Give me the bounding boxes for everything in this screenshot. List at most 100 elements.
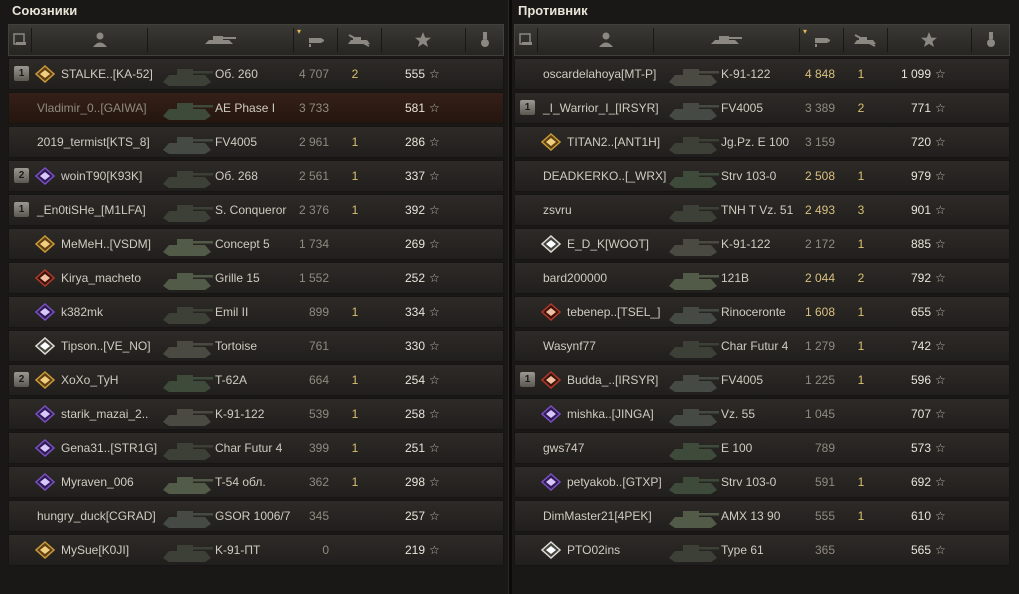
player-row[interactable]: Kirya_macheto Grille 15 1 552 252 ☆ bbox=[8, 262, 504, 294]
xp-value: 1 099 bbox=[900, 67, 931, 81]
rank-badge-icon bbox=[35, 473, 55, 491]
damage-value: 3 159 bbox=[804, 135, 835, 149]
kills-value: 1 bbox=[857, 67, 865, 81]
player-row[interactable]: Tipson..[VE_NO] Tortoise 761 330 ☆ bbox=[8, 330, 504, 362]
player-row[interactable]: 1 Budda_..[IRSYR] FV4005 1 225 1 596 ☆ bbox=[514, 364, 1010, 396]
tank-silhouette-icon bbox=[159, 128, 215, 156]
column-header-damage[interactable]: ▾ bbox=[293, 25, 337, 55]
kills-value: 1 bbox=[857, 305, 865, 319]
kills-value: 2 bbox=[857, 101, 865, 115]
player-row[interactable]: Vladimir_0..[GAIWA] AE Phase I 3 733 581 ☆ bbox=[8, 92, 504, 124]
kills-value: 1 bbox=[857, 169, 865, 183]
column-header-squad[interactable] bbox=[9, 25, 31, 55]
xp-star-icon bbox=[921, 32, 937, 47]
star-icon: ☆ bbox=[429, 169, 440, 183]
player-row[interactable]: Myraven_006 T-54 обл. 362 1 298 ☆ bbox=[8, 466, 504, 498]
vehicle-name: AE Phase I bbox=[215, 101, 276, 115]
column-header-xp-star[interactable] bbox=[381, 25, 465, 55]
column-header-medal[interactable] bbox=[465, 25, 505, 55]
player-row[interactable]: DimMaster21[4PEK] AMX 13 90 555 1 610 ☆ bbox=[514, 500, 1010, 532]
kills-value: 3 bbox=[857, 203, 865, 217]
player-row[interactable]: Gena31..[STR1G] Char Futur 4 399 1 251 ☆ bbox=[8, 432, 504, 464]
column-header-xp-star[interactable] bbox=[887, 25, 971, 55]
tank-silhouette-icon bbox=[159, 502, 215, 530]
damage-value: 1 225 bbox=[804, 373, 835, 387]
star-icon: ☆ bbox=[429, 271, 440, 285]
column-header-vehicle[interactable] bbox=[653, 25, 799, 55]
player-row[interactable]: mishka..[JINGA] Vz. 55 1 045 707 ☆ bbox=[514, 398, 1010, 430]
tank-silhouette-icon bbox=[159, 468, 215, 496]
xp-value: 692 bbox=[910, 475, 931, 489]
star-icon: ☆ bbox=[935, 305, 946, 319]
column-header-vehicle[interactable] bbox=[147, 25, 293, 55]
player-row[interactable]: MeMeH..[VSDM] Concept 5 1 734 269 ☆ bbox=[8, 228, 504, 260]
player-row[interactable]: TITAN2..[ANT1H] Jg.Pz. E 100 3 159 720 ☆ bbox=[514, 126, 1010, 158]
player-row[interactable]: MySue[K0JI] K-91-ПТ 0 219 ☆ bbox=[8, 534, 504, 566]
xp-value: 707 bbox=[910, 407, 931, 421]
player-row[interactable]: k382mk Emil II 899 1 334 ☆ bbox=[8, 296, 504, 328]
vehicle-name: Char Futur 4 bbox=[215, 441, 283, 455]
rank-badge-icon bbox=[541, 371, 561, 389]
player-row[interactable]: oscardelahoya[MT-P] K-91-122 4 848 1 1 099 ☆ bbox=[514, 58, 1010, 90]
damage-value: 3 733 bbox=[298, 101, 329, 115]
player-row[interactable]: starik_mazai_2.. K-91-122 539 1 258 ☆ bbox=[8, 398, 504, 430]
xp-value: 885 bbox=[910, 237, 931, 251]
player-name: tebenep..[TSEL_] bbox=[567, 305, 661, 319]
player-row[interactable]: hungry_duck[CGRAD] GSOR 1006/7 345 257 ☆ bbox=[8, 500, 504, 532]
tank-silhouette-icon bbox=[159, 264, 215, 292]
damage-value: 789 bbox=[814, 441, 835, 455]
tank-silhouette-icon bbox=[665, 264, 721, 292]
player-name: woinT90[K93K] bbox=[61, 169, 143, 183]
player-name: Kirya_macheto bbox=[61, 271, 142, 285]
column-header-damage[interactable]: ▾ bbox=[799, 25, 843, 55]
player-row[interactable]: tebenep..[TSEL_] Rinoceronte 1 608 1 655 ☆ bbox=[514, 296, 1010, 328]
column-header-kills[interactable] bbox=[843, 25, 887, 55]
kills-value: 1 bbox=[351, 441, 359, 455]
player-row[interactable]: E_D_K[WOOT] K-91-122 2 172 1 885 ☆ bbox=[514, 228, 1010, 260]
vehicle-name: Rinoceronte bbox=[721, 305, 786, 319]
player-name: Myraven_006 bbox=[61, 475, 134, 489]
tank-silhouette-icon bbox=[665, 366, 721, 394]
player-name: PTO02ins bbox=[567, 543, 621, 557]
player-row[interactable]: 2019_termist[KTS_8] FV4005 2 961 1 286 ☆ bbox=[8, 126, 504, 158]
player-row[interactable]: zsvru TNH T Vz. 51 2 493 3 901 ☆ bbox=[514, 194, 1010, 226]
rank-badge-icon bbox=[541, 541, 561, 559]
player-row[interactable]: PTO02ins Type 61 365 565 ☆ bbox=[514, 534, 1010, 566]
enemies-header: ▾ bbox=[514, 24, 1010, 56]
player-name: oscardelahoya[MT-P] bbox=[543, 67, 657, 81]
player-row[interactable]: 1 _I_Warrior_I_[IRSYR] FV4005 3 389 2 771 ☆ bbox=[514, 92, 1010, 124]
player-row[interactable]: gws747 E 100 789 573 ☆ bbox=[514, 432, 1010, 464]
xp-value: 258 bbox=[404, 407, 425, 421]
vehicle-name: T-62A bbox=[215, 373, 248, 387]
tank-silhouette-icon bbox=[159, 162, 215, 190]
player-row[interactable]: 2 XoXo_TyH T-62A 664 1 254 ☆ bbox=[8, 364, 504, 396]
player-name: TITAN2..[ANT1H] bbox=[567, 135, 661, 149]
xp-value: 610 bbox=[910, 509, 931, 523]
column-header-kills[interactable] bbox=[337, 25, 381, 55]
star-icon: ☆ bbox=[935, 271, 946, 285]
kills-value: 1 bbox=[351, 203, 359, 217]
player-row[interactable]: bard200000 121B 2 044 2 792 ☆ bbox=[514, 262, 1010, 294]
player-name: zsvru bbox=[543, 203, 572, 217]
rank-badge-icon bbox=[35, 269, 55, 287]
xp-value: 720 bbox=[910, 135, 931, 149]
enemies-title: Противник bbox=[518, 3, 588, 18]
player-row[interactable]: 1 STALKE..[KA-52] Об. 260 4 707 2 555 ☆ bbox=[8, 58, 504, 90]
xp-value: 257 bbox=[404, 509, 425, 523]
player-row[interactable]: Wasynf77 Char Futur 4 1 279 1 742 ☆ bbox=[514, 330, 1010, 362]
star-icon: ☆ bbox=[935, 339, 946, 353]
vehicle-name: GSOR 1006/7 bbox=[215, 509, 291, 523]
star-icon: ☆ bbox=[935, 475, 946, 489]
player-row[interactable]: 1 _En0tiSHe_[M1LFA] S. Conqueror 2 376 1 392 ☆ bbox=[8, 194, 504, 226]
damage-value: 1 279 bbox=[804, 339, 835, 353]
tank-silhouette-icon bbox=[665, 162, 721, 190]
kills-value: 1 bbox=[351, 305, 359, 319]
player-row[interactable]: 2 woinT90[K93K] Об. 268 2 561 1 337 ☆ bbox=[8, 160, 504, 192]
player-name: Vladimir_0..[GAIWA] bbox=[37, 101, 147, 115]
column-header-medal[interactable] bbox=[971, 25, 1011, 55]
star-icon: ☆ bbox=[429, 475, 440, 489]
kills-value: 1 bbox=[857, 475, 865, 489]
player-row[interactable]: DEADKERKO..[_WRX] Strv 103-0 2 508 1 979 ☆ bbox=[514, 160, 1010, 192]
column-header-squad[interactable] bbox=[515, 25, 537, 55]
player-row[interactable]: petyakob..[GTXP] Strv 103-0 591 1 692 ☆ bbox=[514, 466, 1010, 498]
